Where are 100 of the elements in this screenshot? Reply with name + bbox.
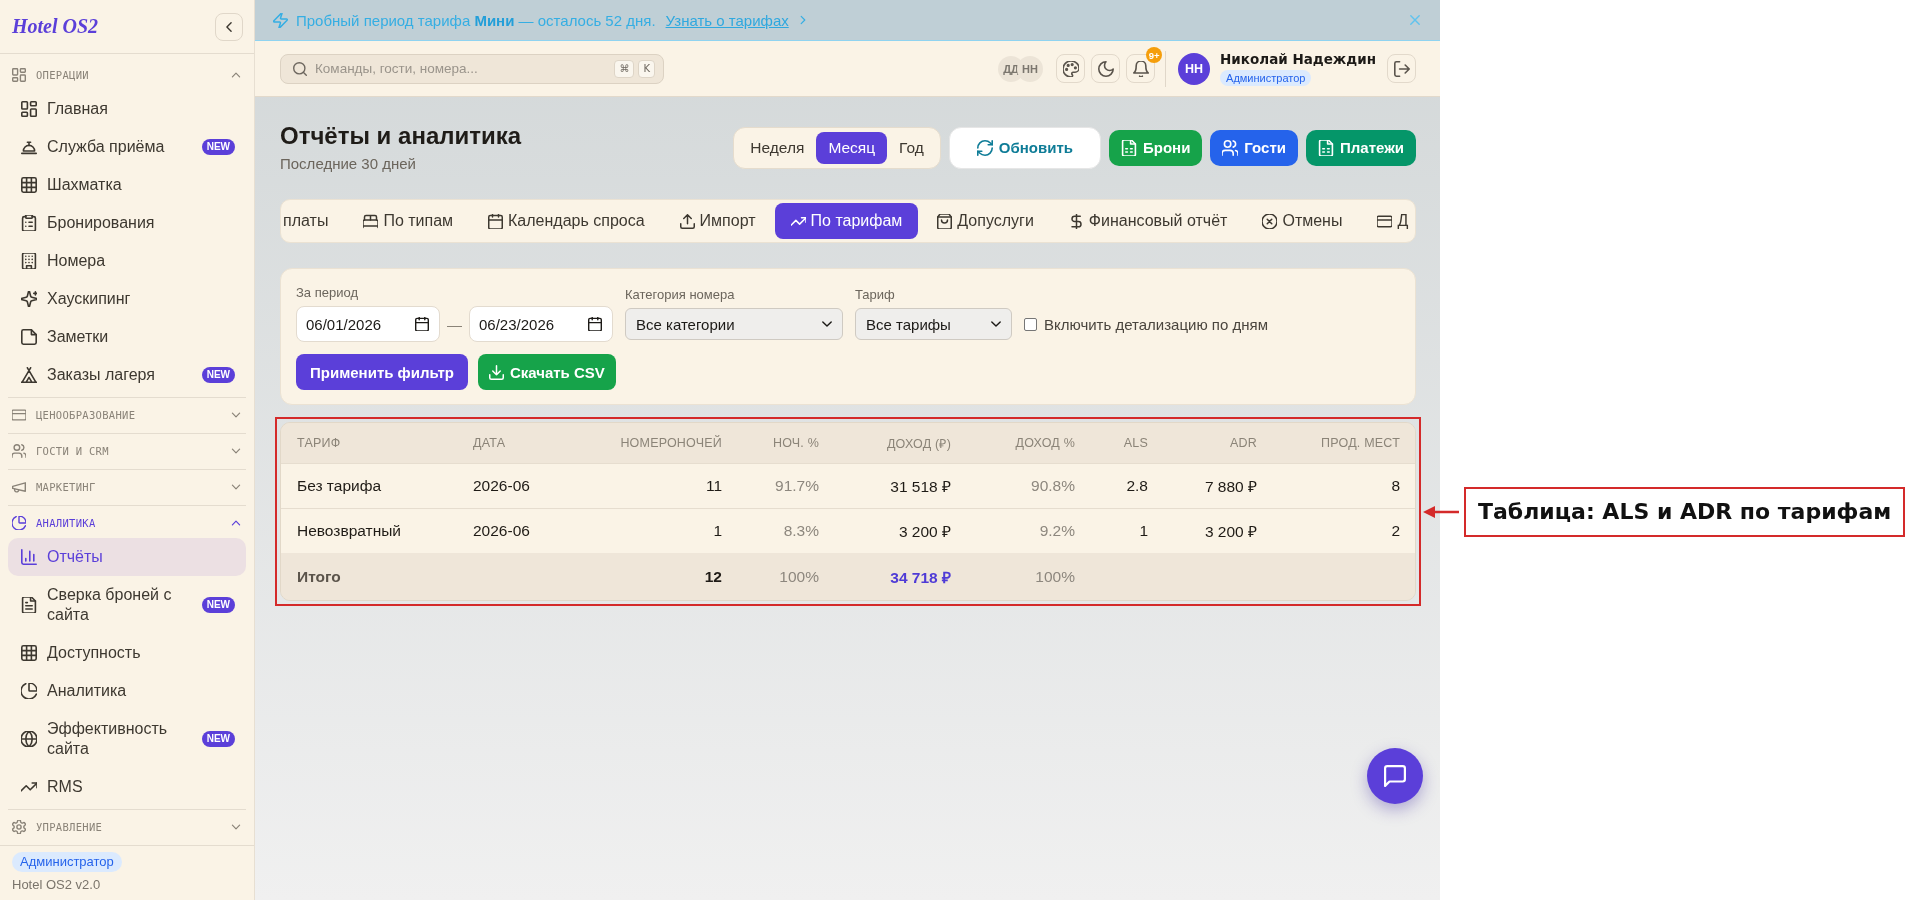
- report-tab[interactable]: Импорт: [663, 203, 772, 239]
- nav-item[interactable]: Бронирования: [8, 204, 246, 242]
- logout-icon: [1393, 60, 1410, 77]
- period-option[interactable]: Год: [887, 131, 936, 164]
- apply-filter-button[interactable]: Применить фильтр: [296, 354, 468, 390]
- collapse-button[interactable]: [215, 12, 243, 41]
- theme-button[interactable]: [1056, 54, 1086, 83]
- checkbox-label[interactable]: Включить детализацию по дням: [1044, 315, 1268, 333]
- range-dash: —: [447, 315, 462, 333]
- report-tab[interactable]: Отмены: [1246, 203, 1359, 239]
- nav-item[interactable]: Сверка броней с сайта NEW: [8, 576, 246, 634]
- document-icon: [21, 597, 37, 613]
- calendar-icon: [488, 213, 504, 229]
- card-icon: [12, 408, 26, 422]
- new-badge: NEW: [201, 139, 235, 155]
- callout-arrow: [1423, 504, 1461, 519]
- table-icon: [21, 177, 37, 193]
- report-tab[interactable]: По тарифам: [774, 203, 919, 239]
- nav-item[interactable]: Доступность: [8, 634, 246, 672]
- report-tab[interactable]: Д: [1361, 203, 1415, 239]
- table-cell: 2026-06: [457, 463, 601, 509]
- note-icon: [21, 329, 37, 345]
- user-avatar: НН: [1017, 55, 1044, 82]
- nav-item[interactable]: Заказы лагеря NEW: [8, 356, 246, 394]
- section-header[interactable]: АНАЛИТИКА: [8, 508, 246, 538]
- total-cell: Итого: [281, 553, 457, 600]
- table-cell: Без тарифа: [281, 463, 457, 509]
- nav-item[interactable]: RMS: [8, 768, 246, 806]
- megaphone-icon: [12, 480, 26, 494]
- date-field[interactable]: 06/23/2026: [469, 306, 613, 342]
- dark-mode-button[interactable]: [1091, 54, 1121, 83]
- table-cell: 90.8%: [967, 463, 1091, 509]
- nav-item[interactable]: Служба приёма NEW: [8, 128, 246, 166]
- upload-icon: [679, 213, 695, 229]
- table-cell: 1: [601, 508, 738, 553]
- download-icon: [488, 364, 504, 380]
- chat-button[interactable]: [1367, 748, 1423, 804]
- search-icon: [293, 61, 307, 76]
- grid-icon: [21, 101, 37, 117]
- sparkles-icon: [21, 291, 37, 307]
- period-option[interactable]: Неделя: [738, 131, 817, 164]
- table-cell: 8.3%: [738, 508, 835, 553]
- nav-item[interactable]: Аналитика: [8, 672, 246, 710]
- column-header: ТАРИФ: [281, 423, 457, 464]
- bar-chart-icon: [21, 549, 37, 565]
- period-option[interactable]: Месяц: [816, 131, 888, 164]
- lightning-icon: [273, 12, 288, 28]
- nav-item[interactable]: Главная: [8, 90, 246, 128]
- table-cell: 9.2%: [967, 508, 1091, 553]
- shortcut-key: ⌘: [614, 59, 635, 78]
- spreadsheet-icon: [1120, 139, 1137, 156]
- refresh-button[interactable]: Обновить: [948, 126, 1101, 169]
- pie-chart-icon: [21, 683, 37, 699]
- nav-item[interactable]: Шахматка: [8, 166, 246, 204]
- refresh-icon: [976, 139, 993, 156]
- user-name: Николай Надеждин: [1220, 51, 1376, 67]
- nav-item[interactable]: Отчёты: [8, 538, 246, 576]
- user-avatar[interactable]: НН: [1178, 52, 1211, 85]
- table-cell: 8: [1273, 463, 1415, 509]
- role-badge: Администратор: [1220, 70, 1312, 86]
- pie-chart-icon: [12, 516, 26, 530]
- rate-select[interactable]: Все тарифы: [855, 308, 1012, 340]
- card-icon: [1377, 213, 1393, 229]
- nav-item[interactable]: Хаускипинг: [8, 280, 246, 318]
- palette-icon: [1062, 60, 1079, 77]
- notification-badge: 9+: [1146, 47, 1163, 63]
- table-cell: 31 518 ₽: [835, 463, 967, 509]
- column-header: ПРОД. МЕСТ: [1273, 423, 1415, 464]
- field-label: За период: [296, 285, 359, 300]
- category-select[interactable]: Все категории: [625, 308, 843, 340]
- logout-button[interactable]: [1387, 54, 1416, 83]
- search-field[interactable]: Команды, гости, номера... ⌘ K: [280, 53, 664, 84]
- section-header[interactable]: ЦЕНООБРАЗОВАНИЕ: [8, 400, 246, 430]
- spreadsheet-icon: [1318, 139, 1334, 156]
- section-header[interactable]: ОПЕРАЦИИ: [8, 60, 246, 90]
- table-cell: 2.8: [1091, 463, 1164, 509]
- grid-icon: [12, 68, 26, 82]
- section-header[interactable]: МАРКЕТИНГ: [8, 472, 246, 502]
- shortcut-key: K: [638, 59, 655, 78]
- banner-message: Пробный период тарифа Мини — осталось 52 дня.: [296, 11, 656, 29]
- tent-icon: [21, 367, 37, 383]
- table-cell: 1: [1091, 508, 1164, 553]
- checkbox[interactable]: [1024, 317, 1037, 331]
- clipboard-icon: [21, 215, 37, 231]
- section-header[interactable]: ГОСТИ И CRM: [8, 436, 246, 466]
- report-tab[interactable]: Календарь спроса: [472, 203, 661, 239]
- payments-button[interactable]: Платежи: [1306, 129, 1416, 166]
- moon-icon: [1097, 60, 1114, 77]
- field-label: Тариф: [855, 287, 896, 302]
- report-tab[interactable]: По типам: [347, 203, 470, 239]
- nav-item[interactable]: Заметки: [8, 318, 246, 356]
- nav-item[interactable]: Номера: [8, 242, 246, 280]
- report-tab[interactable]: Финансовый отчёт: [1052, 203, 1244, 239]
- guests-button[interactable]: Гости: [1210, 129, 1298, 166]
- date-field[interactable]: 06/01/2026: [296, 306, 440, 342]
- report-tab[interactable]: платы: [283, 203, 345, 239]
- report-tab[interactable]: Допуслуги: [921, 203, 1050, 239]
- nav-item[interactable]: Эффективность сайта NEW: [8, 710, 246, 768]
- app-logo[interactable]: Hotel OS2: [12, 15, 99, 38]
- bed-icon: [363, 213, 379, 229]
